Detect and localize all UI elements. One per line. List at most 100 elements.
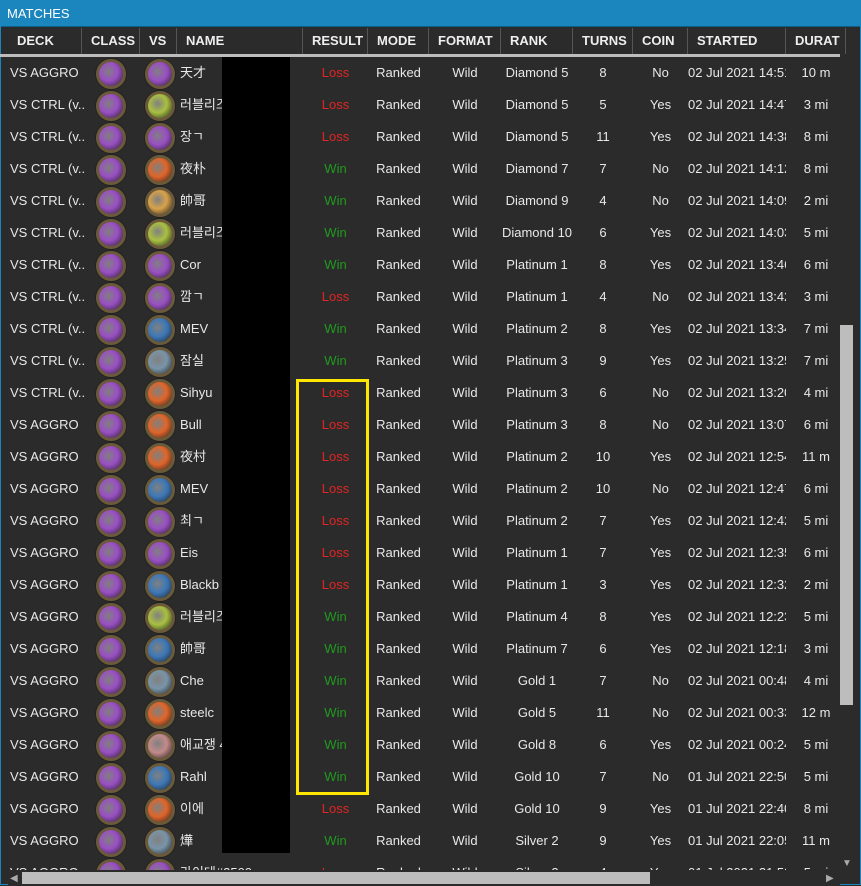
priest-class-icon — [96, 379, 126, 409]
table-row[interactable]: VS AGGRO MEV Loss Ranked Wild Platinum 2 10 No 0… — [0, 473, 838, 505]
cell-duration: 7 mi — [803, 321, 829, 336]
cell-duration: 6 mi — [803, 481, 829, 496]
table-row[interactable]: VS CTRL (v... 러블리즈 24 Win Ranked Wild Diamond… — [0, 217, 838, 249]
cell-rank: Platinum 2 — [506, 449, 568, 464]
scroll-down-arrow-icon[interactable]: ▼ — [842, 858, 852, 869]
column-header-deck[interactable]: DECK — [8, 28, 82, 54]
cell-deck: VS AGGRO — [10, 737, 79, 752]
table-row[interactable]: VS CTRL (v... 깜ㄱ Loss Ranked Wild Platinum 14… — [0, 281, 838, 313]
cell-rank: Gold 10 — [514, 801, 560, 816]
cell-turns: 10 — [595, 449, 611, 464]
mage-class-icon — [145, 379, 175, 409]
cell-turns: 10 — [595, 481, 611, 496]
cell-result: Loss — [321, 289, 350, 304]
table-row[interactable]: VS AGGRO 夜村 Loss Ranked Wild Platinum 2 10 Yes 0… — [0, 441, 838, 473]
priest-class-icon — [96, 59, 126, 89]
cell-duration: 4 mi — [803, 385, 829, 400]
cell-started: 02 Jul 2021 13:20 — [688, 385, 786, 400]
column-header-name[interactable]: NAME — [177, 28, 303, 54]
priest-class-icon — [96, 475, 126, 505]
table-row[interactable]: VS AGGRO 최ㄱ Loss Ranked Wild Platinum 2 7 Yes 02… — [0, 505, 838, 537]
cell-duration: 11 m — [802, 833, 830, 848]
cell-deck: VS AGGRO — [10, 577, 79, 592]
cell-duration: 3 mi — [803, 97, 829, 112]
cell-deck: VS CTRL (v... — [10, 353, 84, 368]
cell-result: Win — [324, 321, 347, 336]
column-header-class[interactable]: CLASS — [82, 28, 140, 54]
column-header-started[interactable]: STARTED — [688, 28, 786, 54]
table-row[interactable]: VS AGGRO 天才 Loss Ranked Wild Diamond 5 8 No 02 J… — [0, 57, 838, 89]
cell-rank: Diamond 5 — [505, 129, 569, 144]
cell-rank: Gold 5 — [517, 705, 557, 720]
cell-rank: Platinum 4 — [506, 609, 568, 624]
column-header-turns[interactable]: TURNS — [573, 28, 633, 54]
column-header-rank[interactable]: RANK — [501, 28, 573, 54]
horizontal-scroll-thumb[interactable] — [22, 872, 650, 884]
priest-class-icon — [145, 859, 175, 870]
cell-started: 02 Jul 2021 12:47 — [688, 481, 786, 496]
cell-deck: VS CTRL (v... — [10, 225, 84, 240]
table-row[interactable]: VS AGGRO 애교쟁 4 Win Ranked Wild Gold 8 6 Yes 02 J… — [0, 729, 838, 761]
cell-deck: VS CTRL (v... — [10, 321, 84, 336]
cell-rank: Platinum 7 — [506, 641, 568, 656]
table-row[interactable]: VS AGGRO 라이데#2500LossRankedWildSilver 24Y… — [0, 857, 838, 870]
cell-rank: Platinum 1 — [506, 257, 568, 272]
cell-started: 01 Jul 2021 21:58 — [688, 857, 786, 870]
table-row[interactable]: VS CTRL (v... 잠실 Win Ranked Wild Platinum 39Y… — [0, 345, 838, 377]
cell-coin: No — [652, 705, 669, 720]
table-row[interactable]: VS CTRL (v... Cor Win Ranked Wild Platinum 18… — [0, 249, 838, 281]
table-row[interactable]: VS AGGRO 러블리즈 24 Win Ranked Wild Platinum 48Y… — [0, 601, 838, 633]
cell-format: Wild — [452, 353, 478, 368]
table-row[interactable]: VS AGGRO Che Win Ranked Wild Gold 1 7 No 02 Jul … — [0, 665, 838, 697]
cell-started: 02 Jul 2021 14:03 — [688, 225, 786, 240]
cell-deck: VS AGGRO — [10, 417, 79, 432]
cell-mode: Ranked — [376, 193, 421, 208]
cell-format: Wild — [452, 225, 478, 240]
column-header-coin[interactable]: COIN — [633, 28, 688, 54]
column-header-result[interactable]: RESULT — [303, 28, 368, 54]
highlight-box — [296, 379, 369, 795]
redaction-box — [222, 57, 290, 853]
table-row[interactable]: VS CTRL (v... 夜朴 Win Ranked Wild Diamond 7 7 No… — [0, 153, 838, 185]
table-row[interactable]: VS AGGRO 이에 Loss Ranked Wild Gold 10 9 Yes 01 Ju… — [0, 793, 838, 825]
table-row[interactable]: VS CTRL (v... MEV Win Ranked Wild Platinum 28… — [0, 313, 838, 345]
table-row[interactable]: VS AGGRO 燁 Win Ranked Wild Silver 2 9 Yes 01 Jul… — [0, 825, 838, 857]
column-header-mode[interactable]: MODE — [368, 28, 429, 54]
scroll-left-arrow-icon[interactable]: ◀ — [10, 873, 18, 884]
cell-format: Wild — [452, 129, 478, 144]
table-row[interactable]: VS AGGRO Eis Loss Ranked Wild Platinum 1 7 Yes 0… — [0, 537, 838, 569]
cell-mode: Ranked — [376, 65, 421, 80]
scroll-right-arrow-icon[interactable]: ▶ — [826, 873, 834, 884]
cell-result: Win — [324, 257, 347, 272]
table-row[interactable]: VS AGGRO steelc Win Ranked Wild Gold 5 11 No 02 … — [0, 697, 838, 729]
cell-rank: Diamond 5 — [505, 97, 569, 112]
column-header-durat[interactable]: DURAT — [786, 28, 846, 54]
cell-deck: VS CTRL (v... — [10, 129, 84, 144]
priest-class-icon — [96, 827, 126, 857]
table-row[interactable]: VS AGGRO Bull Loss Ranked Wild Platinum 3 8 No 0… — [0, 409, 838, 441]
table-row[interactable]: VS AGGRO 帥哥 Win Ranked Wild Platinum 7 6 Yes 02 … — [0, 633, 838, 665]
cell-duration: 5 mi — [786, 857, 838, 870]
cell-rank: Silver 2 — [501, 857, 573, 870]
vertical-scroll-thumb[interactable] — [840, 325, 853, 705]
cell-turns: 5 — [599, 97, 607, 112]
table-row[interactable]: VS CTRL (v... 러블리즈 24 Loss Ranked Wild Diamon… — [0, 89, 838, 121]
cell-coin: Yes — [649, 257, 672, 272]
table-row[interactable]: VS CTRL (v... Sihyu Loss Ranked Wild Platinum… — [0, 377, 838, 409]
mage-class-icon — [145, 443, 175, 473]
table-row[interactable]: VS AGGRO Rahl Win Ranked Wild Gold 10 7 No 01 Ju… — [0, 761, 838, 793]
warrior-class-icon — [145, 315, 175, 345]
priest-class-icon — [145, 539, 175, 569]
column-header-vs[interactable]: VS — [140, 28, 177, 54]
cell-rank: Platinum 3 — [506, 353, 568, 368]
cell-mode: Ranked — [376, 417, 421, 432]
table-row[interactable]: VS CTRL (v... 帥哥 Win Ranked Wild Diamond 9 4 No… — [0, 185, 838, 217]
priest-class-icon — [96, 219, 126, 249]
cell-turns: 7 — [599, 161, 607, 176]
cell-started: 02 Jul 2021 13:07 — [688, 417, 786, 432]
table-row[interactable]: VS CTRL (v... 장ㄱ Loss Ranked Wild Diamond 5 11… — [0, 121, 838, 153]
table-row[interactable]: VS AGGRO Blackb 0 Loss Ranked Wild Platinum 1… — [0, 569, 838, 601]
cell-mode: Ranked — [368, 857, 429, 870]
column-header-format[interactable]: FORMAT — [429, 28, 501, 54]
cell-rank: Gold 1 — [517, 673, 557, 688]
